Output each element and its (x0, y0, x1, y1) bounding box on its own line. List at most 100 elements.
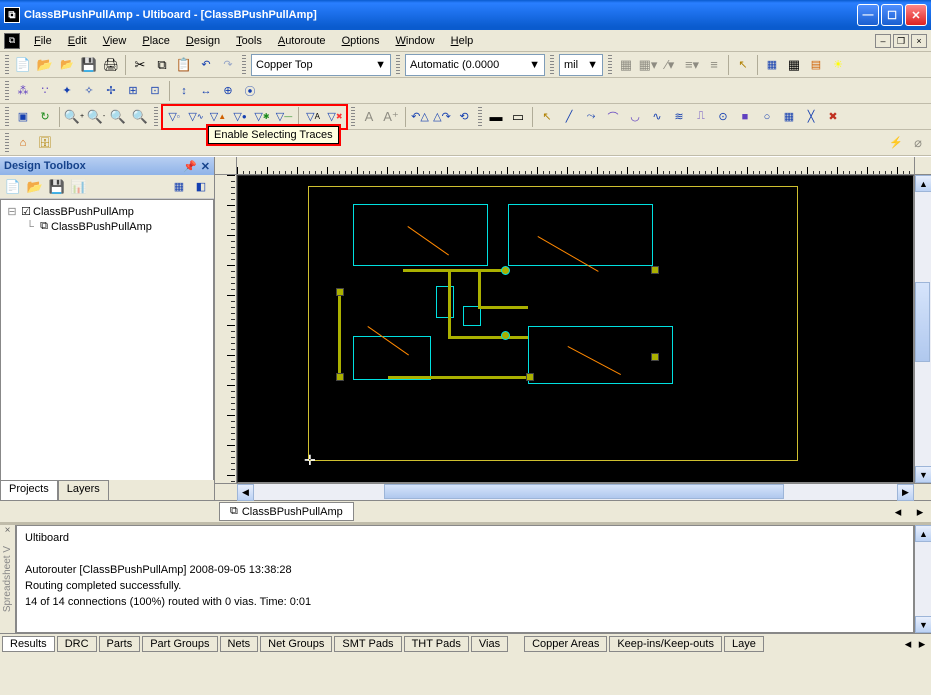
route-remove-button[interactable]: ✖ (822, 106, 844, 128)
zoom-out-button[interactable]: 🔍- (85, 106, 107, 128)
select-tool-7[interactable]: ⊡ (144, 80, 166, 102)
route-follow-button[interactable]: ⤳ (580, 106, 602, 128)
scroll-down-button[interactable]: ▼ (915, 466, 931, 483)
pcb-pad[interactable] (651, 266, 659, 274)
output-tab-next-button[interactable]: ▸ (915, 636, 929, 652)
layer-stack-icon[interactable]: ▤ (805, 54, 827, 76)
zoom-fit-button[interactable]: 🔍 (107, 106, 129, 128)
pcb-trace[interactable] (478, 269, 481, 309)
pcb-trace[interactable] (448, 336, 528, 339)
menu-window[interactable]: Window (387, 33, 442, 49)
scroll-up-button[interactable]: ▲ (915, 525, 931, 542)
export-button[interactable]: ⌀ (907, 132, 929, 154)
design-tree[interactable]: ⊟ ☑ ClassBPushPullAmp └ ⧉ ClassBPushPull… (0, 199, 214, 480)
tab-projects[interactable]: Projects (0, 480, 58, 500)
pin-icon[interactable]: 📌 (183, 160, 197, 173)
maximize-button[interactable]: ☐ (881, 4, 903, 26)
print-button[interactable]: 🖨 (100, 54, 122, 76)
mdi-close-button[interactable]: × (911, 34, 927, 48)
pcb-via[interactable] (501, 331, 510, 340)
menu-tools[interactable]: Tools (228, 33, 270, 49)
redraw-button[interactable]: ↻ (34, 106, 56, 128)
align-top-button[interactable]: ≡▾ (681, 54, 703, 76)
place-part-button[interactable]: ⌂ (12, 132, 34, 154)
rotate-ccw-button[interactable]: ↶△ (409, 106, 431, 128)
output-tab-laye[interactable]: Laye (724, 636, 764, 652)
pcb-pad[interactable] (336, 288, 344, 296)
route-poly-button[interactable]: ▦ (778, 106, 800, 128)
route-pad-button[interactable]: ■ (734, 106, 756, 128)
panel-close-icon[interactable]: ✕ (201, 160, 210, 173)
flip-button[interactable]: ⟲ (453, 106, 475, 128)
node-tool-1[interactable]: ↕ (173, 80, 195, 102)
paste-button[interactable]: 📋 (173, 54, 195, 76)
align-left-button[interactable]: ▦ (615, 54, 637, 76)
scroll-left-button[interactable]: ◀ (237, 484, 254, 501)
pcb-pad[interactable] (336, 373, 344, 381)
group-button[interactable]: ▦ (761, 54, 783, 76)
open-file-button[interactable]: 📂 (34, 54, 56, 76)
toolbar-grip[interactable] (5, 133, 9, 153)
route-hole-button[interactable]: ○ (756, 106, 778, 128)
tb-open-icon[interactable]: 📂 (24, 176, 46, 198)
output-tab-smt-pads[interactable]: SMT Pads (334, 636, 401, 652)
route-bezier-button[interactable]: ∿ (646, 106, 668, 128)
output-tab-prev-button[interactable]: ◂ (901, 636, 915, 652)
node-tool-2[interactable]: ↔ (195, 80, 217, 102)
mdi-restore-button[interactable]: ❐ (893, 34, 909, 48)
pcb-via[interactable] (501, 266, 510, 275)
undo-button[interactable]: ↶ (195, 54, 217, 76)
select-tool-1[interactable]: ⁂ (12, 80, 34, 102)
select-tool-3[interactable]: ✦ (56, 80, 78, 102)
scroll-down-button[interactable]: ▼ (915, 616, 931, 633)
properties-button[interactable]: ☀ (827, 54, 849, 76)
output-tab-vias[interactable]: Vias (471, 636, 508, 652)
select-tool-2[interactable]: ∵ (34, 80, 56, 102)
pcb-pad[interactable] (651, 353, 659, 361)
toolbar-grip[interactable] (608, 55, 612, 75)
route-multi-button[interactable]: ≋ (668, 106, 690, 128)
output-tab-tht-pads[interactable]: THT Pads (404, 636, 469, 652)
node-tool-4[interactable]: ⦿ (239, 80, 261, 102)
output-tab-net-groups[interactable]: Net Groups (260, 636, 332, 652)
new-file-button[interactable]: 📄 (12, 54, 34, 76)
scroll-thumb[interactable] (915, 282, 930, 362)
drc-run-button[interactable]: ⚡ (885, 132, 907, 154)
toolbar-grip[interactable] (242, 55, 246, 75)
design-toolbox-titlebar[interactable]: Design Toolbox 📌 ✕ (0, 157, 214, 175)
menu-file[interactable]: File (26, 33, 60, 49)
pcb-trace[interactable] (448, 269, 451, 339)
tb-save-icon[interactable]: 💾 (46, 176, 68, 198)
doc-tab[interactable]: ⧉ ClassBPushPullAmp (219, 502, 354, 521)
align-bottom-button[interactable]: ≡ (703, 54, 725, 76)
zoom-window-button[interactable]: 🔍 (129, 106, 151, 128)
output-tab-part-groups[interactable]: Part Groups (142, 636, 217, 652)
route-line-button[interactable]: ╱ (558, 106, 580, 128)
save-button[interactable]: 💾 (78, 54, 100, 76)
cut-button[interactable]: ✂ (129, 54, 151, 76)
pcb-component[interactable] (463, 306, 481, 326)
menu-autoroute[interactable]: Autoroute (270, 33, 334, 49)
units-select[interactable]: mil ▼ (559, 54, 603, 76)
layer-select[interactable]: Copper Top ▼ (251, 54, 391, 76)
marquee-solid-button[interactable]: ▬ (485, 106, 507, 128)
zoom-in-button[interactable]: 🔍+ (63, 106, 85, 128)
route-text-button[interactable]: ╳ (800, 106, 822, 128)
units-mode-select[interactable]: Automatic (0.0000 ▼ (405, 54, 545, 76)
pcb-trace[interactable] (388, 376, 528, 379)
enable-select-other-button[interactable]: ▽✖ (324, 106, 346, 128)
mdi-minimize-button[interactable]: – (875, 34, 891, 48)
tb-extra-icon[interactable]: ◧ (190, 176, 212, 198)
pointer-button[interactable]: ↖ (732, 54, 754, 76)
menu-design[interactable]: Design (178, 33, 228, 49)
panel-close-x[interactable]: × (5, 525, 11, 536)
route-bus-button[interactable]: ⎍ (690, 106, 712, 128)
doc-tab-next-button[interactable]: ▸ (909, 501, 931, 523)
place-db-button[interactable]: 🗄 (34, 132, 56, 154)
align-center-button[interactable]: ▦▾ (637, 54, 659, 76)
scroll-thumb[interactable] (384, 484, 784, 499)
enable-select-copper-button[interactable]: ▽▲ (207, 106, 229, 128)
scroll-right-button[interactable]: ▶ (897, 484, 914, 501)
scroll-up-button[interactable]: ▲ (915, 175, 931, 192)
menu-options[interactable]: Options (334, 33, 388, 49)
